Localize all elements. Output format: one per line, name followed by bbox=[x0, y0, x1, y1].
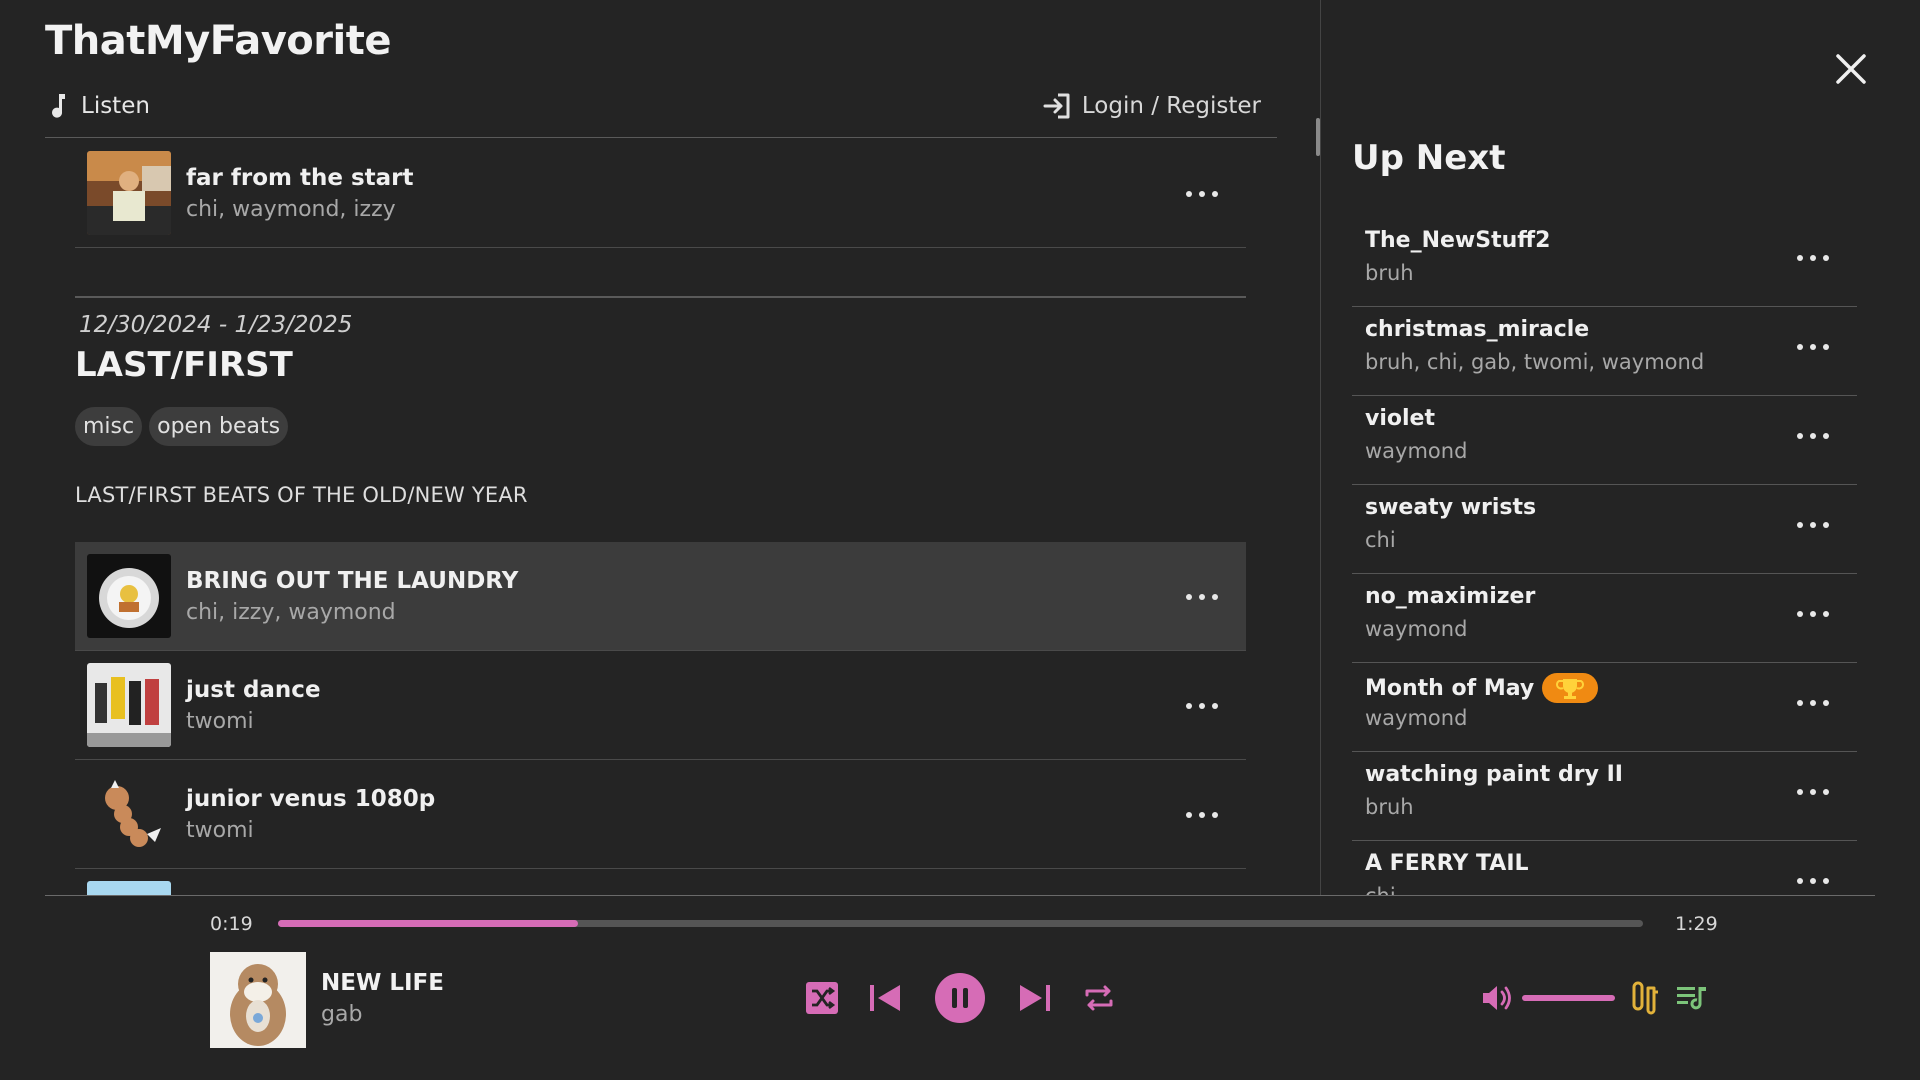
track-row-partial[interactable] bbox=[75, 869, 1246, 896]
queue-item[interactable]: violet waymond bbox=[1352, 396, 1857, 485]
queue-item-title: The_NewStuff2 bbox=[1365, 228, 1551, 253]
more-options-icon[interactable] bbox=[1797, 253, 1829, 263]
more-options-icon[interactable] bbox=[1797, 609, 1829, 619]
progress-fill bbox=[278, 920, 579, 927]
queue-item-title: no_maximizer bbox=[1365, 584, 1536, 609]
app-title[interactable]: ThatMyFavorite bbox=[45, 18, 391, 64]
more-options-icon[interactable] bbox=[1797, 876, 1829, 886]
track-artists: chi, waymond, izzy bbox=[186, 197, 396, 222]
more-options-icon[interactable] bbox=[1797, 520, 1829, 530]
track-row-active[interactable]: BRING OUT THE LAUNDRY chi, izzy, waymond bbox=[75, 542, 1246, 651]
queue-item-artists: bruh, chi, gab, twomi, waymond bbox=[1365, 350, 1705, 374]
previous-icon[interactable] bbox=[867, 980, 903, 1016]
track-thumbnail bbox=[87, 554, 171, 638]
queue-icon[interactable] bbox=[1675, 982, 1709, 1014]
current-time: 0:19 bbox=[210, 913, 253, 935]
track-title: BRING OUT THE LAUNDRY bbox=[186, 568, 519, 594]
trophy-icon bbox=[1556, 679, 1585, 699]
tag-misc[interactable]: misc bbox=[75, 407, 143, 446]
more-options-icon[interactable] bbox=[1797, 698, 1829, 708]
track-row[interactable]: just dance twomi bbox=[75, 651, 1246, 760]
login-icon bbox=[1043, 93, 1070, 119]
album-list: far from the start chi, waymond, izzy 12… bbox=[45, 139, 1277, 896]
queue-item[interactable]: A FERRY TAIL chi bbox=[1352, 841, 1857, 896]
album-description: LAST/FIRST BEATS OF THE OLD/NEW YEAR bbox=[75, 483, 528, 507]
queue-item[interactable]: Month of May waymond bbox=[1352, 663, 1857, 752]
track-row[interactable]: junior venus 1080p twomi bbox=[75, 760, 1246, 869]
nav-listen-label: Listen bbox=[81, 93, 150, 119]
queue-item-artists: bruh bbox=[1365, 261, 1414, 285]
pause-icon[interactable] bbox=[934, 972, 986, 1024]
track-title: just dance bbox=[186, 677, 321, 703]
trophy-badge bbox=[1542, 673, 1599, 703]
queue-item-artists: waymond bbox=[1365, 706, 1468, 730]
shuffle-icon[interactable] bbox=[804, 980, 840, 1016]
queue-item-title: Month of May bbox=[1365, 673, 1599, 703]
app-root: ThatMyFavorite Listen Login / Register f… bbox=[0, 0, 1920, 1080]
volume-slider[interactable] bbox=[1522, 995, 1615, 1001]
login-register-label: Login / Register bbox=[1081, 93, 1261, 119]
tag-open-beats[interactable]: open beats bbox=[149, 407, 289, 446]
queue-item[interactable]: no_maximizer waymond bbox=[1352, 574, 1857, 663]
volume-icon[interactable] bbox=[1481, 982, 1515, 1014]
login-register-link[interactable]: Login / Register bbox=[1042, 92, 1261, 120]
close-icon[interactable] bbox=[1833, 51, 1869, 87]
track-title: far from the start bbox=[186, 165, 414, 191]
track-thumbnail bbox=[87, 772, 171, 856]
queue-item[interactable]: The_NewStuff2 bruh bbox=[1352, 218, 1857, 307]
queue-item-artists: bruh bbox=[1365, 795, 1414, 819]
up-next-queue: The_NewStuff2 bruh christmas_miracle bru… bbox=[1352, 218, 1857, 896]
track-title: junior venus 1080p bbox=[186, 786, 436, 812]
album-dates: 12/30/2024 - 1/23/2025 bbox=[79, 312, 353, 338]
track-artists: chi, izzy, waymond bbox=[186, 600, 396, 625]
track-artists: twomi bbox=[186, 709, 254, 734]
top-nav: Listen Login / Register bbox=[45, 88, 1277, 138]
more-options-icon[interactable] bbox=[1797, 787, 1829, 797]
queue-item-artists: chi bbox=[1365, 528, 1396, 552]
more-options-icon[interactable] bbox=[1186, 189, 1218, 199]
track-row[interactable]: far from the start chi, waymond, izzy bbox=[75, 139, 1246, 248]
nav-listen-link[interactable]: Listen bbox=[49, 92, 150, 120]
more-options-icon[interactable] bbox=[1797, 431, 1829, 441]
music-note-icon bbox=[52, 94, 65, 118]
now-playing-title: NEW LIFE bbox=[321, 970, 444, 996]
track-artists: twomi bbox=[186, 818, 254, 843]
more-options-icon[interactable] bbox=[1186, 701, 1218, 711]
up-next-title: Up Next bbox=[1352, 138, 1506, 178]
queue-item[interactable]: watching paint dry II bruh bbox=[1352, 752, 1857, 841]
queue-item-title: sweaty wrists bbox=[1365, 495, 1537, 520]
track-thumbnail bbox=[87, 151, 171, 235]
track-thumbnail bbox=[87, 663, 171, 747]
progress-bar[interactable] bbox=[278, 920, 1643, 927]
album-title: LAST/FIRST bbox=[75, 345, 293, 385]
queue-item-title: christmas_miracle bbox=[1365, 317, 1590, 342]
queue-item[interactable]: sweaty wrists chi bbox=[1352, 485, 1857, 574]
total-time: 1:29 bbox=[1675, 913, 1718, 935]
now-playing-art bbox=[210, 952, 306, 1048]
mic-icon[interactable] bbox=[1630, 980, 1662, 1016]
queue-item[interactable]: christmas_miracle bruh, chi, gab, twomi,… bbox=[1352, 307, 1857, 396]
player-bar: 0:19 1:29 NEW LIFE gab bbox=[45, 895, 1875, 1080]
next-icon[interactable] bbox=[1017, 980, 1053, 1016]
queue-item-title: violet bbox=[1365, 406, 1435, 431]
queue-item-title: watching paint dry II bbox=[1365, 762, 1623, 787]
more-options-icon[interactable] bbox=[1797, 342, 1829, 352]
queue-item-title: A FERRY TAIL bbox=[1365, 851, 1529, 876]
more-options-icon[interactable] bbox=[1186, 592, 1218, 602]
queue-item-artists: waymond bbox=[1365, 617, 1468, 641]
repeat-icon[interactable] bbox=[1081, 980, 1117, 1016]
album-divider bbox=[75, 296, 1246, 298]
now-playing-artist: gab bbox=[321, 1002, 363, 1027]
queue-item-artists: waymond bbox=[1365, 439, 1468, 463]
album-tags: misc open beats bbox=[75, 407, 289, 446]
track-thumbnail bbox=[87, 881, 171, 896]
more-options-icon[interactable] bbox=[1186, 810, 1218, 820]
